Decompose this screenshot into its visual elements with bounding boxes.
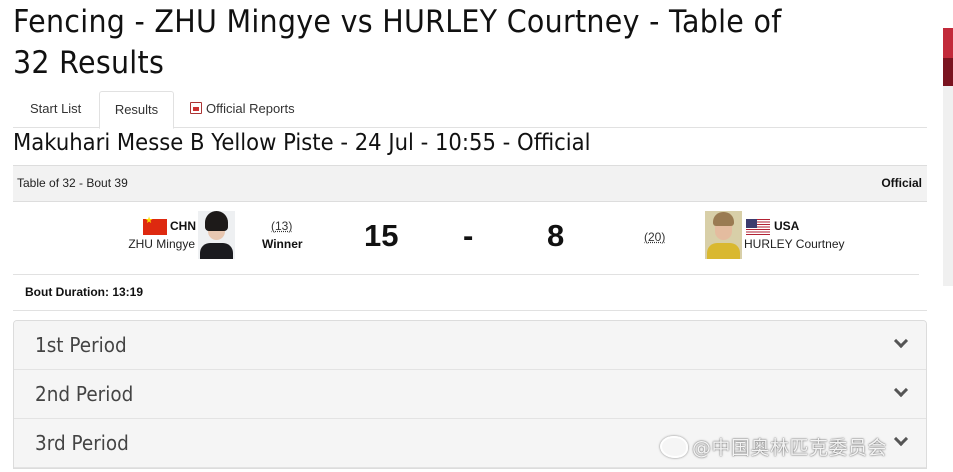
pdf-icon [190, 102, 202, 114]
athlete-right-photo [705, 211, 742, 259]
athlete-left-score: 15 [364, 218, 399, 253]
chevron-down-icon[interactable] [893, 431, 909, 447]
bout-status: Official [881, 176, 922, 190]
period-2-header[interactable]: 2nd Period [14, 370, 926, 419]
divider [13, 310, 927, 311]
weibo-icon [660, 436, 688, 458]
tab-official-reports-label: Official Reports [206, 101, 295, 116]
athlete-right-name[interactable]: HURLEY Courtney [744, 237, 845, 251]
page-scrollbar[interactable] [943, 28, 953, 286]
bout-duration-label: Bout Duration: [25, 285, 109, 299]
tab-start-list[interactable]: Start List [30, 91, 81, 128]
tab-bar: Start List Results Official Reports [13, 91, 927, 129]
bout-duration-value: 13:19 [112, 285, 144, 299]
chevron-down-icon[interactable] [893, 382, 909, 398]
athlete-right-score: 8 [547, 218, 565, 253]
period-1-header[interactable]: 1st Period [14, 321, 926, 370]
tab-results[interactable]: Results [99, 91, 174, 129]
score-separator: - [463, 218, 474, 253]
scrollbar-thumb[interactable] [943, 28, 953, 58]
watermark-text: @中国奥林匹克委员会 [692, 437, 888, 459]
period-label: 2nd Period [35, 382, 134, 406]
athlete-right-noc: USA [774, 219, 800, 233]
athlete-left-noc: CHN [170, 219, 196, 233]
period-label: 1st Period [35, 333, 127, 357]
bout-label: Table of 32 - Bout 39 [17, 176, 128, 190]
athlete-left-seed: (13) [271, 219, 293, 233]
china-flag-icon [143, 216, 167, 235]
usa-flag-icon [746, 219, 770, 235]
athlete-left-name[interactable]: ZHU Mingye [128, 237, 195, 251]
bout-duration: Bout Duration: 13:19 [25, 285, 143, 299]
tab-official-reports[interactable]: Official Reports [190, 91, 295, 128]
chevron-down-icon[interactable] [893, 333, 909, 349]
page-title: Fencing - ZHU Mingye vs HURLEY Courtney … [13, 4, 782, 81]
athlete-right-seed: (20) [644, 230, 666, 244]
winner-label: Winner [262, 237, 303, 251]
divider [13, 274, 919, 275]
athlete-left-photo [198, 211, 235, 259]
scrollbar-thumb-dark [943, 58, 953, 86]
period-label: 3rd Period [35, 431, 129, 455]
watermark: @中国奥林匹克委员会 [660, 433, 887, 460]
match-row: CHN ZHU Mingye (13) Winner 15 - 8 (20) U… [13, 202, 927, 275]
bout-header: Table of 32 - Bout 39 Official [13, 165, 927, 202]
venue-subtitle: Makuhari Messe B Yellow Piste - 24 Jul -… [13, 130, 591, 156]
